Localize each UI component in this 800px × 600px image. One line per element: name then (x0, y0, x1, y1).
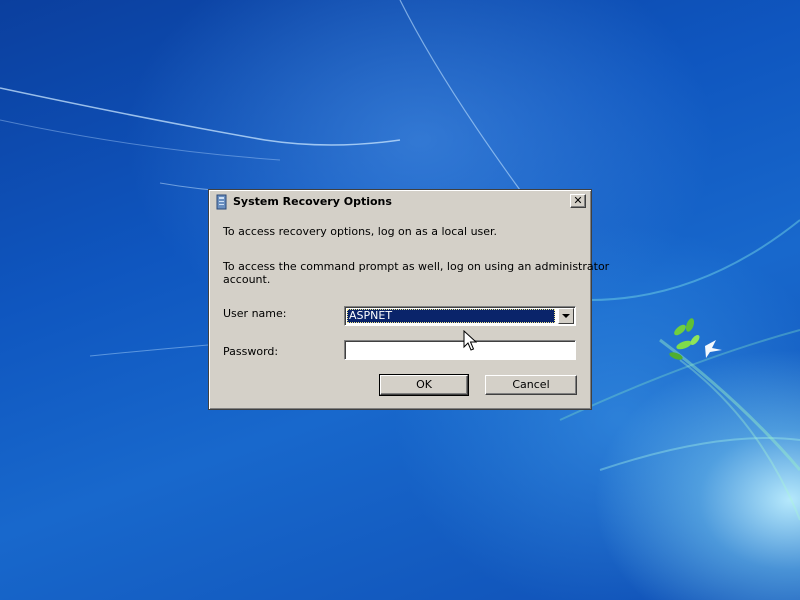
username-label: User name: (223, 307, 287, 320)
username-dropdown[interactable]: ASPNET (344, 306, 576, 326)
close-button[interactable]: ✕ (570, 194, 586, 208)
recovery-icon (216, 194, 227, 210)
mouse-pointer-icon (463, 330, 477, 351)
password-label: Password: (223, 345, 279, 358)
cancel-button[interactable]: Cancel (485, 375, 577, 395)
chevron-down-icon (562, 314, 570, 318)
windows-logo-icon (669, 318, 722, 360)
admin-text-line1: To access the command prompt as well, lo… (223, 260, 610, 273)
dialog-titlebar[interactable]: System Recovery Options ✕ (212, 193, 588, 211)
system-recovery-dialog: System Recovery Options ✕ To access reco… (208, 189, 609, 410)
password-field[interactable] (344, 340, 576, 360)
username-dropdown-button[interactable] (558, 308, 574, 324)
intro-text: To access recovery options, log on as a … (223, 225, 498, 238)
dialog-title: System Recovery Options (233, 195, 392, 208)
admin-text-line2: account. (223, 273, 271, 286)
close-icon: ✕ (573, 194, 583, 207)
username-value[interactable]: ASPNET (347, 309, 555, 323)
ok-button[interactable]: OK (379, 374, 469, 396)
